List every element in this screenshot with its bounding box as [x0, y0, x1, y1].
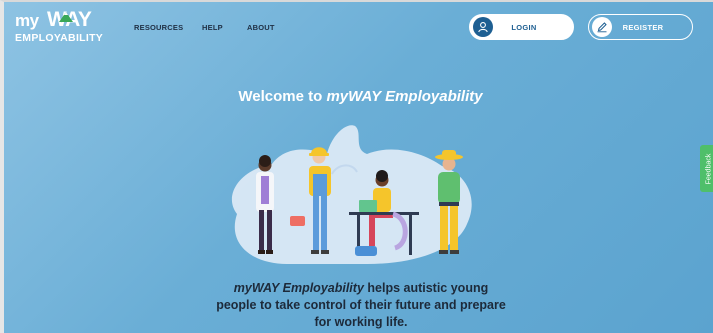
register-button[interactable]: REGISTER [588, 14, 693, 40]
tagline-brand: myWAY Employability [233, 281, 364, 295]
nav-about[interactable]: ABOUT [247, 23, 275, 32]
feedback-tab[interactable]: Feedback [700, 145, 713, 192]
login-label: LOGIN [511, 22, 537, 32]
pen-icon [592, 17, 612, 37]
page: my WAY EMPLOYABILITY RESOURCES HELP ABOU… [0, 0, 713, 333]
register-label: REGISTER [622, 22, 664, 32]
welcome-prefix: Welcome to [238, 88, 327, 105]
site-logo[interactable]: my WAY EMPLOYABILITY [12, 8, 104, 44]
hero-illustration [231, 125, 472, 264]
logo-employability: EMPLOYABILITY [15, 32, 104, 44]
welcome-heading: Welcome to myWAY Employability [4, 88, 713, 105]
tagline: myWAY Employability helps autistic young… [216, 280, 506, 331]
mountain-icon [59, 12, 73, 22]
logo-my: my [15, 11, 39, 30]
nav-resources[interactable]: RESOURCES [134, 23, 183, 32]
feedback-label: Feedback [705, 153, 712, 184]
welcome-brand: myWAY Employability [326, 88, 483, 105]
nav-help[interactable]: HELP [202, 23, 223, 32]
login-button[interactable]: LOGIN [469, 14, 574, 40]
user-icon [473, 17, 493, 37]
